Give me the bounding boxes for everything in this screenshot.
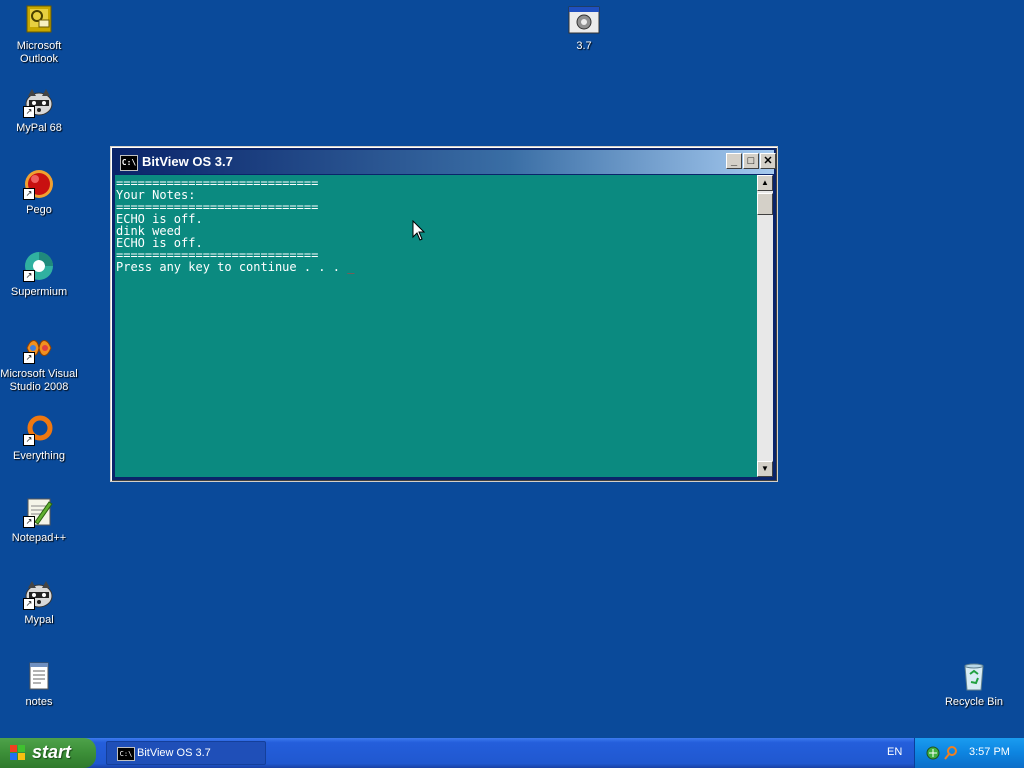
shortcut-arrow-icon: ↗: [23, 188, 35, 200]
console-line: dink weed: [116, 224, 182, 238]
windows-flag-icon: [10, 745, 26, 761]
desktop-icon-label: Supermium: [10, 286, 68, 298]
console-icon: C:\: [117, 747, 135, 761]
console-icon[interactable]: C:\: [120, 155, 138, 171]
start-label: start: [32, 742, 72, 762]
desktop-icon-recycle-bin[interactable]: Recycle Bin: [935, 660, 1013, 709]
desktop-icon-label: Mypal: [24, 614, 54, 626]
shortcut-arrow-icon: ↗: [23, 352, 35, 364]
desktop-icon-label: Everything: [13, 450, 65, 462]
desktop-icon-mypal[interactable]: ↗ Mypal: [0, 578, 78, 627]
console-line: ============================: [116, 200, 319, 214]
console-window[interactable]: C:\ BitView OS 3.7 _ □ ✕ ===============…: [110, 146, 778, 482]
recycle-bin-icon: [958, 660, 990, 692]
desktop-icon-label: notes: [25, 696, 53, 708]
red-ball-icon: ↗: [23, 168, 55, 200]
batch-file-icon: [568, 4, 600, 36]
taskbar-item-label: BitView OS 3.7: [137, 747, 211, 759]
clock[interactable]: 3:57 PM: [969, 746, 1010, 758]
browser-icon: ↗: [23, 250, 55, 282]
window-title: BitView OS 3.7: [142, 154, 233, 169]
desktop-icon-visual-studio[interactable]: ↗ Microsoft Visual Studio 2008: [0, 332, 78, 394]
console-line: Press any key to continue . . .: [116, 260, 348, 274]
console-line: ECHO is off.: [116, 212, 203, 226]
raccoon-icon: ↗: [23, 86, 55, 118]
minimize-button[interactable]: _: [726, 153, 742, 169]
language-indicator[interactable]: EN: [887, 746, 902, 758]
desktop-icon-label: Microsoft Outlook: [16, 40, 62, 65]
desktop-icon-batch-3-7[interactable]: 3.7: [545, 4, 623, 53]
console-line: ============================: [116, 176, 319, 190]
mouse-pointer-icon: [412, 219, 426, 245]
notepadpp-icon: ↗: [23, 496, 55, 528]
search-ring-icon: ↗: [23, 414, 55, 446]
desktop-icon-supermium[interactable]: ↗ Supermium: [0, 250, 78, 299]
desktop-icon-label: 3.7: [576, 40, 592, 52]
shortcut-arrow-icon: ↗: [23, 270, 35, 282]
console-output[interactable]: ============================ Your Notes: =…: [115, 175, 757, 477]
system-tray: 3:57 PM: [914, 738, 1024, 768]
window-titlebar[interactable]: C:\ BitView OS 3.7 _ □ ✕: [114, 150, 776, 174]
desktop-icon-notepadpp[interactable]: ↗ Notepad++: [0, 496, 78, 545]
visual-studio-icon: ↗: [23, 332, 55, 364]
text-cursor: _: [347, 260, 355, 274]
desktop-icon-everything[interactable]: ↗ Everything: [0, 414, 78, 463]
maximize-button[interactable]: □: [743, 153, 759, 169]
taskbar-item-bitview[interactable]: C:\ BitView OS 3.7: [106, 741, 266, 765]
outlook-icon: [23, 4, 55, 36]
raccoon-icon: ↗: [23, 578, 55, 610]
desktop-icon-outlook[interactable]: Microsoft Outlook: [0, 4, 78, 66]
shortcut-arrow-icon: ↗: [23, 516, 35, 528]
scroll-down-arrow-icon[interactable]: ▼: [757, 461, 773, 477]
desktop-icon-pego[interactable]: ↗ Pego: [0, 168, 78, 217]
shortcut-arrow-icon: ↗: [23, 598, 35, 610]
desktop-icon-mypal68[interactable]: ↗ MyPal 68: [0, 86, 78, 135]
shortcut-arrow-icon: ↗: [23, 106, 35, 118]
desktop-icon-label: MyPal 68: [16, 122, 62, 134]
taskbar: start C:\ BitView OS 3.7 EN 3:57 PM: [0, 738, 1024, 768]
console-prompt-line: Press any key to continue . . . _: [116, 261, 756, 273]
start-button[interactable]: start: [0, 738, 96, 768]
desktop-icon-notes[interactable]: notes: [0, 660, 78, 709]
desktop-icon-label: Microsoft Visual Studio 2008: [0, 368, 78, 393]
network-icon[interactable]: [925, 745, 941, 764]
close-button[interactable]: ✕: [760, 153, 776, 169]
desktop-icon-label: Recycle Bin: [944, 696, 1004, 708]
vertical-scrollbar[interactable]: ▲ ▼: [757, 175, 773, 477]
scrollbar-thumb[interactable]: [757, 193, 773, 215]
scroll-up-arrow-icon[interactable]: ▲: [757, 175, 773, 191]
desktop-icon-label: Notepad++: [11, 532, 67, 544]
desktop-icon-label: Pego: [26, 204, 52, 216]
text-file-icon: [23, 660, 55, 692]
search-icon[interactable]: [943, 745, 959, 764]
shortcut-arrow-icon: ↗: [23, 434, 35, 446]
